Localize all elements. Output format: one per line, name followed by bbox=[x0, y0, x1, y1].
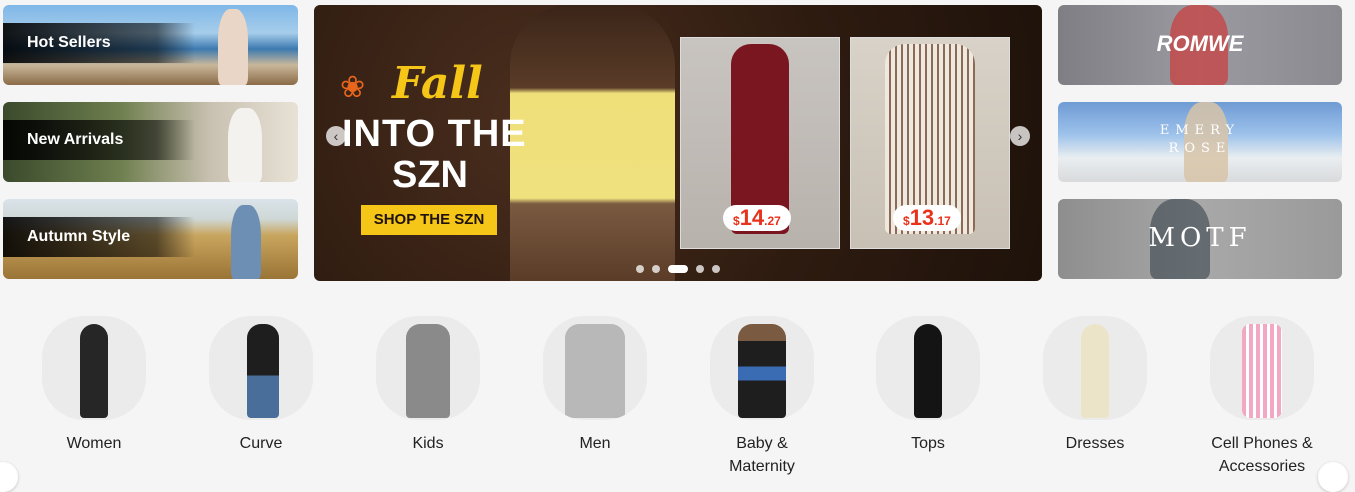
category-kids[interactable]: Kids bbox=[358, 316, 498, 455]
model-image bbox=[231, 205, 261, 279]
category-image bbox=[42, 316, 146, 420]
promo-label: New Arrivals bbox=[3, 120, 195, 160]
model-image bbox=[565, 324, 625, 418]
banner-script-title: Fall bbox=[392, 58, 483, 109]
brand-romwe[interactable]: ROMWE bbox=[1058, 5, 1342, 85]
category-dresses[interactable]: Dresses bbox=[1025, 316, 1165, 455]
category-scroll-left-button[interactable] bbox=[0, 462, 18, 492]
brand-logo: ROMWE bbox=[1156, 31, 1244, 56]
chevron-right-icon[interactable]: › bbox=[1010, 126, 1030, 146]
brand-logo: MOTF bbox=[1148, 223, 1252, 253]
carousel-dot[interactable] bbox=[696, 265, 704, 273]
banner-title-line1: INTO THE bbox=[342, 113, 527, 155]
category-men[interactable]: Men bbox=[525, 316, 665, 455]
category-label: Dresses bbox=[1065, 435, 1125, 452]
category-tops[interactable]: Tops bbox=[858, 316, 998, 455]
model-image bbox=[218, 9, 248, 85]
maple-leaf-icon: ❀ bbox=[340, 71, 366, 104]
category-label: Women bbox=[66, 435, 122, 452]
promo-label: Autumn Style bbox=[3, 217, 195, 257]
promo-autumn-style[interactable]: Autumn Style bbox=[3, 199, 298, 279]
brand-emery-rose[interactable]: EMERY ROSE bbox=[1058, 102, 1342, 182]
category-baby-maternity[interactable]: Baby & Maternity bbox=[692, 316, 832, 478]
category-label: Cell Phones & Accessories bbox=[1211, 435, 1313, 475]
promo-label: Hot Sellers bbox=[3, 23, 195, 63]
price-tag: $13.17 bbox=[893, 205, 961, 231]
model-image bbox=[406, 324, 450, 418]
category-label: Tops bbox=[911, 435, 945, 452]
category-scroll-right-button[interactable] bbox=[1318, 462, 1348, 492]
category-label: Men bbox=[579, 435, 611, 452]
price-tag: $14.27 bbox=[723, 205, 791, 231]
category-label: Kids bbox=[412, 435, 444, 452]
category-image bbox=[1210, 316, 1314, 420]
carousel-dot-active[interactable] bbox=[668, 265, 688, 273]
brand-logo: EMERY ROSE bbox=[1159, 123, 1241, 156]
category-women[interactable]: Women bbox=[24, 316, 164, 455]
category-curve[interactable]: Curve bbox=[191, 316, 331, 455]
category-image bbox=[543, 316, 647, 420]
model-image bbox=[80, 324, 108, 418]
category-image bbox=[376, 316, 480, 420]
model-image bbox=[914, 324, 942, 418]
shop-the-szn-button[interactable]: SHOP THE SZN bbox=[361, 205, 497, 235]
promo-new-arrivals[interactable]: New Arrivals bbox=[3, 102, 298, 182]
chevron-left-icon[interactable]: ‹ bbox=[326, 126, 346, 146]
category-image bbox=[1043, 316, 1147, 420]
carousel-dot[interactable] bbox=[636, 265, 644, 273]
phone-case-image bbox=[1242, 324, 1282, 418]
carousel-dot[interactable] bbox=[712, 265, 720, 273]
model-image bbox=[1081, 324, 1109, 418]
category-image bbox=[876, 316, 980, 420]
promo-hot-sellers[interactable]: Hot Sellers bbox=[3, 5, 298, 85]
category-cell-phones-accessories[interactable]: Cell Phones & Accessories bbox=[1192, 316, 1332, 478]
model-image bbox=[738, 324, 786, 418]
category-label: Curve bbox=[239, 435, 283, 452]
category-image bbox=[209, 316, 313, 420]
brand-motf[interactable]: MOTF bbox=[1058, 199, 1342, 279]
carousel-dot[interactable] bbox=[652, 265, 660, 273]
model-image bbox=[247, 324, 279, 418]
category-image bbox=[710, 316, 814, 420]
banner-title-line2: SZN bbox=[392, 154, 468, 196]
category-label: Baby & Maternity bbox=[729, 435, 795, 475]
model-image bbox=[228, 108, 262, 182]
